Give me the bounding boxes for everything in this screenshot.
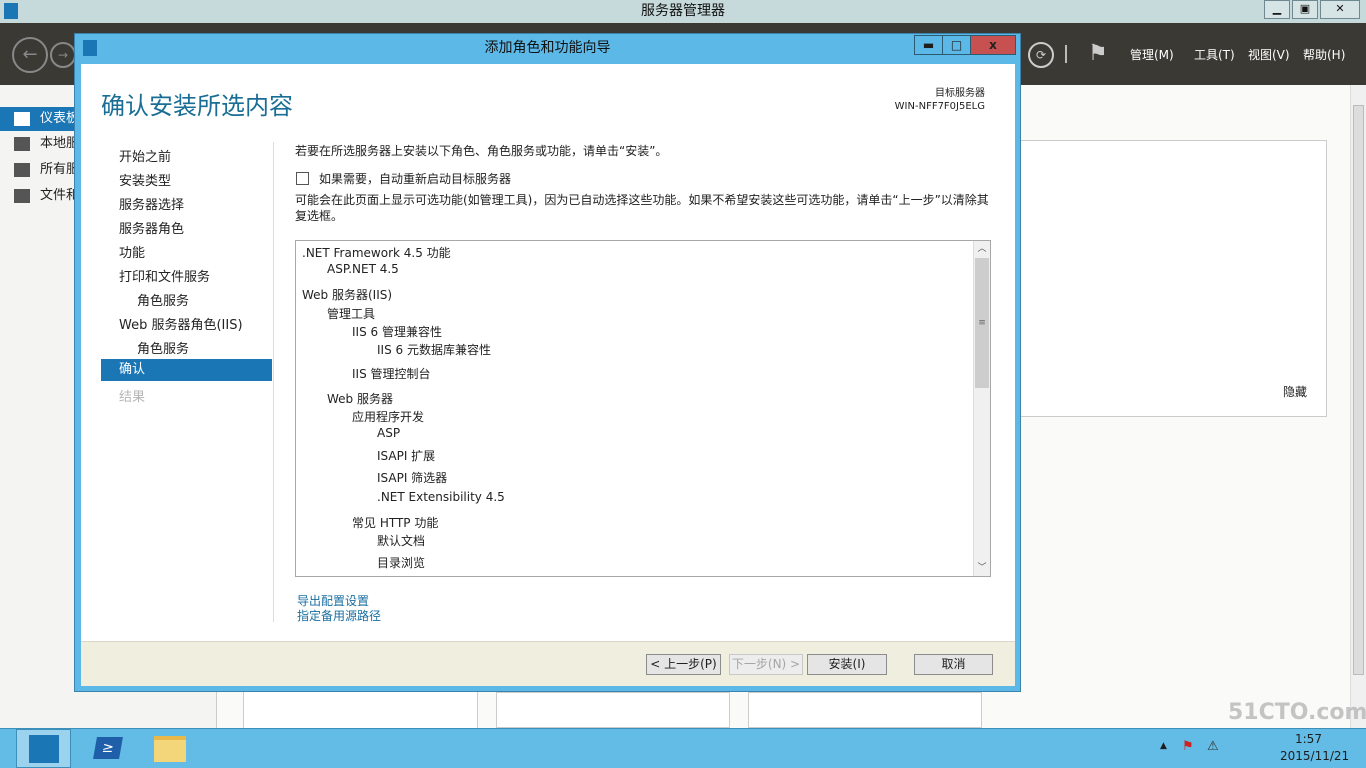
notifications-flag-icon[interactable]: ⚑ xyxy=(1088,41,1108,66)
target-server-label: 目标服务器 xyxy=(895,87,985,100)
taskbar: ≥ ▲ ⚑ ⚠ 1:57 2015/11/21 xyxy=(0,728,1366,768)
step-server-selection[interactable]: 服务器选择 xyxy=(119,194,184,213)
target-server-info: 目标服务器 WIN-NFF7F0J5ELG xyxy=(895,87,985,113)
list-item: .NET Extensibility 4.5 xyxy=(377,490,505,504)
step-features[interactable]: 功能 xyxy=(119,242,145,261)
scroll-thumb[interactable]: ≡ xyxy=(975,258,989,388)
list-item: IIS 管理控制台 xyxy=(352,365,431,382)
restart-checkbox[interactable] xyxy=(296,172,309,185)
taskbar-server-manager[interactable] xyxy=(16,729,71,768)
separator xyxy=(1065,45,1067,63)
network-warning-icon[interactable]: ⚠ xyxy=(1207,739,1219,754)
dialog-close-button[interactable]: x xyxy=(970,35,1016,55)
list-item: 默认文档 xyxy=(377,532,425,549)
hide-link[interactable]: 隐藏 xyxy=(1283,383,1307,400)
instruction-text: 若要在所选服务器上安装以下角色、角色服务或功能，请单击“安装”。 xyxy=(295,142,667,159)
clock-date[interactable]: 2015/11/21 xyxy=(1280,749,1349,763)
step-server-roles[interactable]: 服务器角色 xyxy=(119,218,184,237)
menu-tools[interactable]: 工具(T) xyxy=(1194,46,1235,63)
window-titlebar: 服务器管理器 ▁ ▣ ✕ xyxy=(0,0,1366,23)
back-button[interactable]: ← xyxy=(12,37,48,73)
wizard-icon xyxy=(83,40,97,56)
welcome-panel: 隐藏 xyxy=(1010,140,1327,417)
step-role-services-1[interactable]: 角色服务 xyxy=(137,290,189,309)
menu-help[interactable]: 帮助(H) xyxy=(1303,46,1345,63)
list-item: 应用程序开发 xyxy=(352,408,424,425)
add-roles-wizard-dialog: 添加角色和功能向导 ▬ □ x 确认安装所选内容 目标服务器 WIN-NFF7F… xyxy=(74,33,1021,692)
refresh-icon[interactable]: ⟳ xyxy=(1028,42,1054,68)
optional-features-note: 可能会在此页面上显示可选功能(如管理工具)，因为已自动选择这些功能。如果不希望安… xyxy=(295,192,995,224)
powershell-icon[interactable]: ≥ xyxy=(93,737,123,759)
step-installation-type[interactable]: 安装类型 xyxy=(119,170,171,189)
step-web-server-role[interactable]: Web 服务器角色(IIS) xyxy=(119,314,243,333)
install-button[interactable]: 安装(I) xyxy=(807,654,887,675)
window-title: 服务器管理器 xyxy=(641,3,725,19)
watermark: 51CTO.com xyxy=(1228,700,1366,725)
dialog-minimize-button[interactable]: ▬ xyxy=(914,35,943,55)
dialog-body: 确认安装所选内容 目标服务器 WIN-NFF7F0J5ELG 开始之前 安装类型… xyxy=(81,64,1015,641)
list-item: IIS 6 元数据库兼容性 xyxy=(377,341,491,358)
list-item: 常见 HTTP 功能 xyxy=(352,514,438,531)
page-title: 确认安装所选内容 xyxy=(101,86,293,121)
scroll-down-arrow[interactable]: ﹀ xyxy=(974,560,990,576)
next-button: 下一步(N) > xyxy=(729,654,803,675)
clock-time[interactable]: 1:57 xyxy=(1295,732,1322,746)
restart-checkbox-label[interactable]: 如果需要，自动重新启动目标服务器 xyxy=(319,170,511,187)
target-server-name: WIN-NFF7F0J5ELG xyxy=(895,100,985,113)
forward-button[interactable]: → xyxy=(50,42,76,68)
main-scrollbar[interactable] xyxy=(1350,85,1366,728)
step-before-you-begin[interactable]: 开始之前 xyxy=(119,146,171,165)
server-manager-icon xyxy=(29,735,59,763)
step-results: 结果 xyxy=(119,386,145,405)
list-item: Web 服务器(IIS) xyxy=(302,286,392,303)
selection-list: .NET Framework 4.5 功能ASP.NET 4.5 Web 服务器(… xyxy=(295,240,991,577)
step-confirmation[interactable]: 确认 xyxy=(101,359,272,381)
action-center-flag-icon[interactable]: ⚑ xyxy=(1182,739,1194,754)
tiles-area xyxy=(216,692,1346,728)
file-explorer-icon[interactable] xyxy=(154,736,186,762)
dialog-title: 添加角色和功能向导 xyxy=(485,40,611,56)
previous-button[interactable]: < 上一步(P) xyxy=(646,654,721,675)
list-item: .NET Framework 4.5 功能 xyxy=(302,244,451,261)
close-button[interactable]: ✕ xyxy=(1320,0,1360,19)
list-item: ISAPI 扩展 xyxy=(377,447,435,464)
list-item: IIS 6 管理兼容性 xyxy=(352,323,442,340)
list-item: Web 服务器 xyxy=(327,390,393,407)
scroll-up-arrow[interactable]: ︿ xyxy=(974,241,990,257)
list-item: ASP.NET 4.5 xyxy=(327,262,399,276)
app-icon xyxy=(4,3,18,19)
cancel-button[interactable]: 取消 xyxy=(914,654,993,675)
minimize-button[interactable]: ▁ xyxy=(1264,0,1290,19)
list-scrollbar[interactable]: ︿ ≡ ﹀ xyxy=(973,241,990,576)
list-item: 管理工具 xyxy=(327,305,375,322)
dialog-titlebar: 添加角色和功能向导 xyxy=(75,34,1020,62)
list-item: 目录浏览 xyxy=(377,554,425,571)
step-print-file-services[interactable]: 打印和文件服务 xyxy=(119,266,210,285)
list-item: ISAPI 筛选器 xyxy=(377,469,447,486)
dialog-maximize-button[interactable]: □ xyxy=(942,35,971,55)
menu-manage[interactable]: 管理(M) xyxy=(1130,46,1174,63)
menu-view[interactable]: 视图(V) xyxy=(1248,46,1290,63)
list-item: ASP xyxy=(377,426,400,440)
dialog-footer: < 上一步(P) 下一步(N) > 安装(I) 取消 xyxy=(81,641,1015,686)
maximize-button[interactable]: ▣ xyxy=(1292,0,1318,19)
show-hidden-icons[interactable]: ▲ xyxy=(1160,741,1167,751)
divider xyxy=(273,142,274,622)
step-role-services-2[interactable]: 角色服务 xyxy=(137,338,189,357)
alternate-source-link[interactable]: 指定备用源路径 xyxy=(297,607,381,624)
